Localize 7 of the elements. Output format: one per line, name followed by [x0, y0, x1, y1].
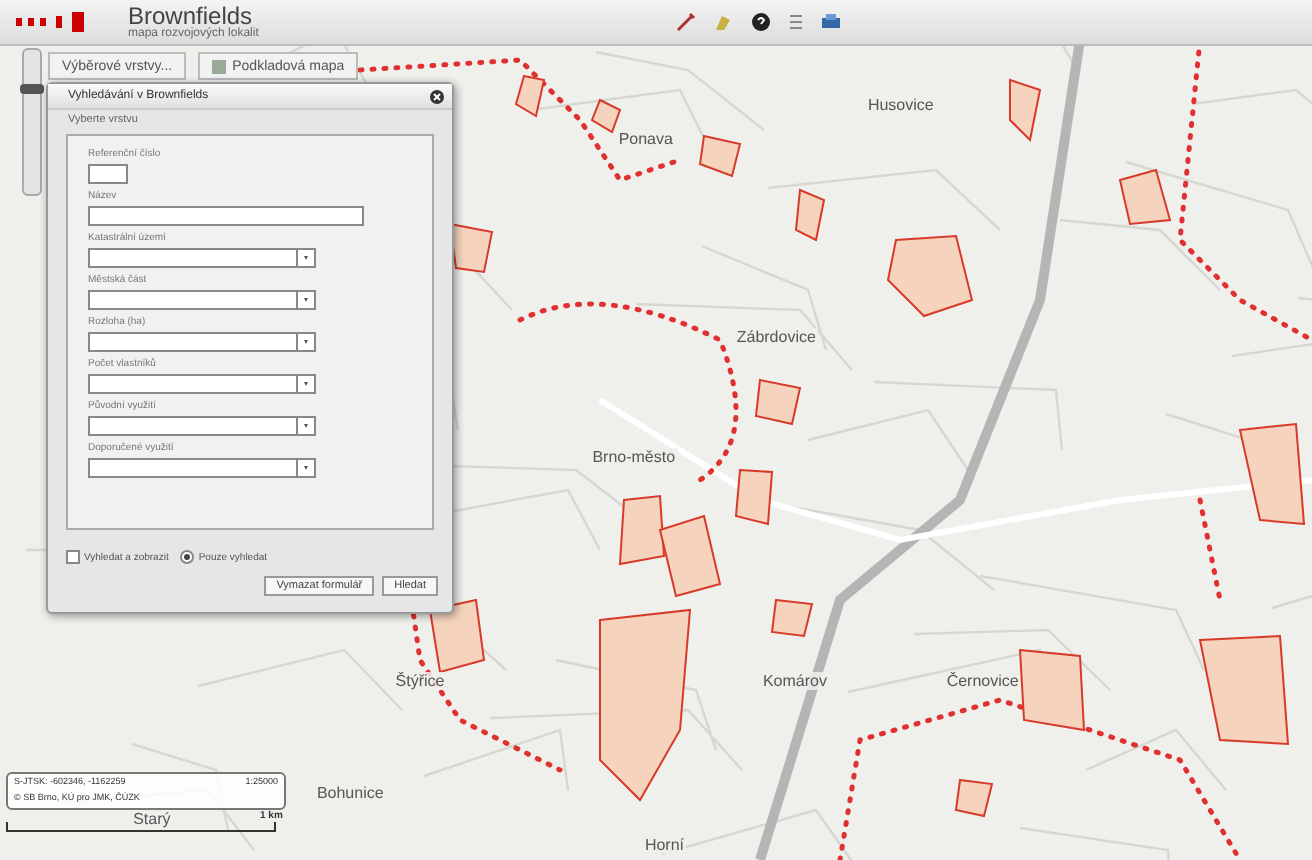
map-label: Brno-město [590, 448, 678, 467]
map-label: Ponava [616, 130, 675, 149]
map-label: Komárov [760, 672, 829, 690]
map-label: Zábrdovice [734, 328, 818, 346]
map-label: Černovice [944, 672, 1021, 690]
map-label: Štýřice [393, 672, 447, 690]
app-title: Brownfields [128, 4, 253, 28]
